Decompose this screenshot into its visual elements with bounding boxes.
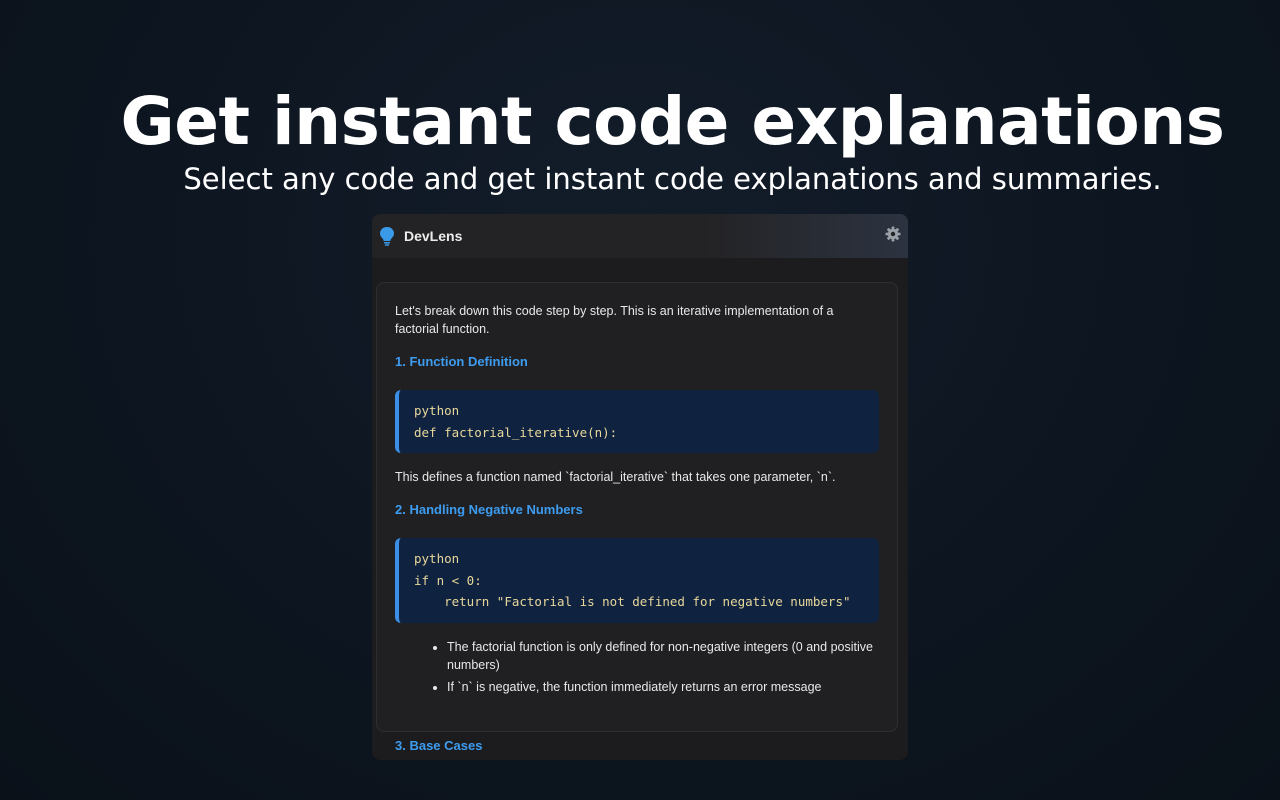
gear-icon[interactable] [885,226,901,242]
explanation-card: Let's break down this code step by step.… [376,282,898,732]
app-name: DevLens [404,228,463,244]
section-heading: 2. Handling Negative Numbers [395,502,583,517]
section-text: This defines a function named `factorial… [395,470,836,484]
code-block: python if n < 0: return "Factorial is no… [395,538,879,623]
section-heading: 1. Function Definition [395,354,528,369]
code-block: python def factorial_iterative(n): [395,390,879,453]
extension-panel: DevLens Let's break down this code step … [372,214,908,760]
panel-header: DevLens [372,214,908,258]
bullet-list: The factorial function is only defined f… [395,638,879,696]
list-item: The factorial function is only defined f… [447,638,879,674]
hero-subtitle: Select any code and get instant code exp… [183,162,1162,196]
section-heading: 3. Base Cases [395,738,483,753]
hero-title: Get instant code explanations [120,83,1225,160]
explanation-intro: Let's break down this code step by step.… [395,304,834,336]
list-item: If `n` is negative, the function immedia… [447,678,879,696]
lightbulb-icon [378,226,396,246]
